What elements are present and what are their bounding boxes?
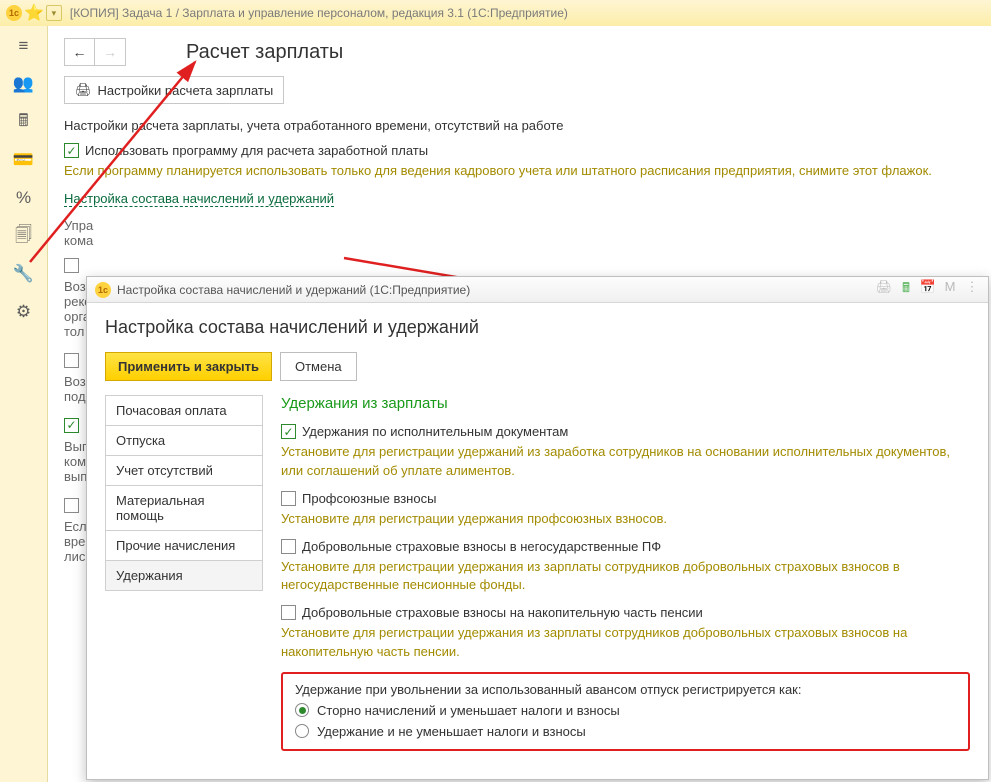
radio-storno-label: Сторно начислений и уменьшает налоги и в…	[317, 703, 620, 718]
cancel-button[interactable]: Отмена	[280, 352, 357, 381]
tab-hourly[interactable]: Почасовая оплата	[105, 395, 263, 425]
tab-material[interactable]: Материальная помощь	[105, 485, 263, 530]
radio-deduction-label: Удержание и не уменьшает налоги и взносы	[317, 724, 586, 739]
npf-hint: Установите для регистрации удержания из …	[281, 558, 970, 596]
dismissal-radio-group: Удержание при увольнении за использованн…	[281, 672, 970, 751]
union-checkbox[interactable]	[281, 491, 296, 506]
dialog-tabs: Почасовая оплата Отпуска Учет отсутствий…	[105, 395, 263, 751]
radio-storno[interactable]	[295, 703, 309, 717]
dialog-m-icon[interactable]: M	[942, 279, 958, 301]
dialog-more-icon[interactable]: ⋮	[964, 279, 980, 301]
dialog-heading: Настройка состава начислений и удержаний	[105, 317, 970, 338]
pension-label: Добровольные страховые взносы на накопит…	[302, 605, 703, 620]
dialog-calc-icon[interactable]: 🖩	[898, 279, 914, 301]
tab-vacations[interactable]: Отпуска	[105, 425, 263, 455]
exec-docs-checkbox[interactable]: ✓	[281, 424, 296, 439]
section-heading: Удержания из зарплаты	[281, 395, 970, 412]
radio-group-title: Удержание при увольнении за использованн…	[295, 682, 956, 697]
pension-checkbox[interactable]	[281, 605, 296, 620]
dialog-title-text: Настройка состава начислений и удержаний…	[117, 283, 470, 297]
apply-close-button[interactable]: Применить и закрыть	[105, 352, 272, 381]
exec-docs-hint: Установите для регистрации удержаний из …	[281, 443, 970, 481]
npf-checkbox[interactable]	[281, 539, 296, 554]
dialog-app-icon: 1c	[95, 282, 111, 298]
union-label: Профсоюзные взносы	[302, 491, 436, 506]
deductions-dialog: 1c Настройка состава начислений и удержа…	[86, 276, 989, 780]
tab-deductions[interactable]: Удержания	[105, 560, 263, 591]
radio-deduction[interactable]	[295, 724, 309, 738]
pension-hint: Установите для регистрации удержания из …	[281, 624, 970, 662]
tab-other-accruals[interactable]: Прочие начисления	[105, 530, 263, 560]
union-hint: Установите для регистрации удержания про…	[281, 510, 970, 529]
dialog-calendar-icon[interactable]: 📅	[920, 279, 936, 301]
dialog-titlebar: 1c Настройка состава начислений и удержа…	[87, 277, 988, 303]
tab-content: Удержания из зарплаты ✓ Удержания по исп…	[281, 395, 970, 751]
exec-docs-label: Удержания по исполнительным документам	[302, 424, 568, 439]
dialog-action-icon-1[interactable]: 🖨	[876, 279, 892, 301]
tab-absence[interactable]: Учет отсутствий	[105, 455, 263, 485]
npf-label: Добровольные страховые взносы в негосуда…	[302, 539, 661, 554]
